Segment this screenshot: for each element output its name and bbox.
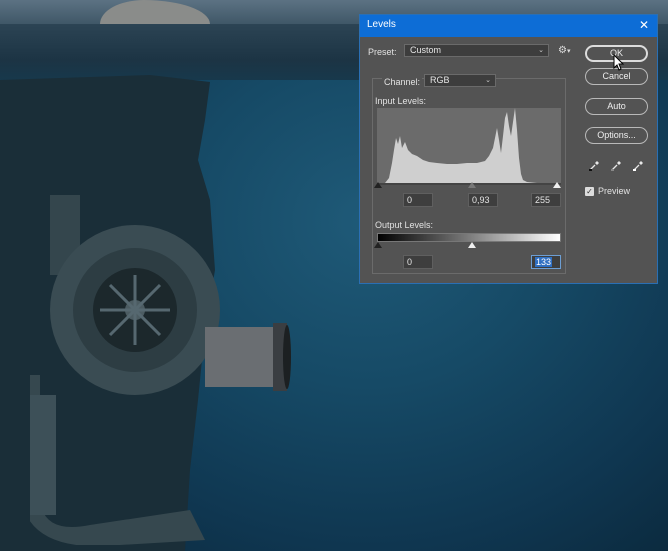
input-gamma-field[interactable]: 0,93 bbox=[468, 193, 498, 207]
dialog-title: Levels bbox=[367, 19, 396, 30]
input-white-slider[interactable] bbox=[553, 182, 561, 188]
output-white-field[interactable]: 133 bbox=[531, 255, 561, 269]
input-black-slider[interactable] bbox=[374, 182, 382, 188]
channel-label: Channel: bbox=[382, 77, 423, 87]
close-icon[interactable]: ✕ bbox=[639, 18, 649, 32]
auto-button[interactable]: Auto bbox=[585, 98, 648, 115]
levels-dialog: Levels ✕ Preset: Custom ⌄ ⚙▾ Channel: RG… bbox=[359, 14, 658, 284]
options-button[interactable]: Options... bbox=[585, 127, 648, 144]
output-black-field[interactable]: 0 bbox=[403, 255, 433, 269]
input-levels-label: Input Levels: bbox=[375, 96, 427, 106]
preset-label: Preset: bbox=[368, 47, 397, 57]
channel-value: RGB bbox=[430, 75, 450, 85]
input-gamma-slider[interactable] bbox=[468, 182, 476, 188]
preview-checkbox[interactable]: ✓ bbox=[585, 187, 594, 196]
histogram bbox=[377, 108, 561, 183]
input-white-field[interactable]: 255 bbox=[531, 193, 561, 207]
output-black-slider[interactable] bbox=[374, 242, 382, 248]
chevron-down-icon: ⌄ bbox=[538, 47, 544, 54]
channel-dropdown[interactable]: RGB ⌄ bbox=[424, 74, 496, 87]
turbine-illustration bbox=[30, 195, 291, 545]
white-point-eyedropper-icon[interactable] bbox=[632, 160, 644, 172]
black-point-eyedropper-icon[interactable] bbox=[588, 160, 600, 172]
title-bar[interactable]: Levels ✕ bbox=[360, 15, 657, 37]
gear-icon[interactable]: ⚙▾ bbox=[558, 45, 570, 56]
gray-point-eyedropper-icon[interactable] bbox=[610, 160, 622, 172]
output-white-slider[interactable] bbox=[468, 242, 476, 248]
preview-label: Preview bbox=[598, 186, 631, 196]
input-black-field[interactable]: 0 bbox=[403, 193, 433, 207]
mouse-pointer-icon bbox=[613, 54, 625, 71]
output-levels-label: Output Levels: bbox=[375, 220, 434, 230]
output-levels-gradient bbox=[377, 233, 561, 242]
preset-value: Custom bbox=[410, 45, 442, 55]
output-white-value: 133 bbox=[535, 257, 553, 267]
chevron-down-icon: ⌄ bbox=[485, 77, 491, 84]
preset-dropdown[interactable]: Custom ⌄ bbox=[404, 44, 549, 57]
